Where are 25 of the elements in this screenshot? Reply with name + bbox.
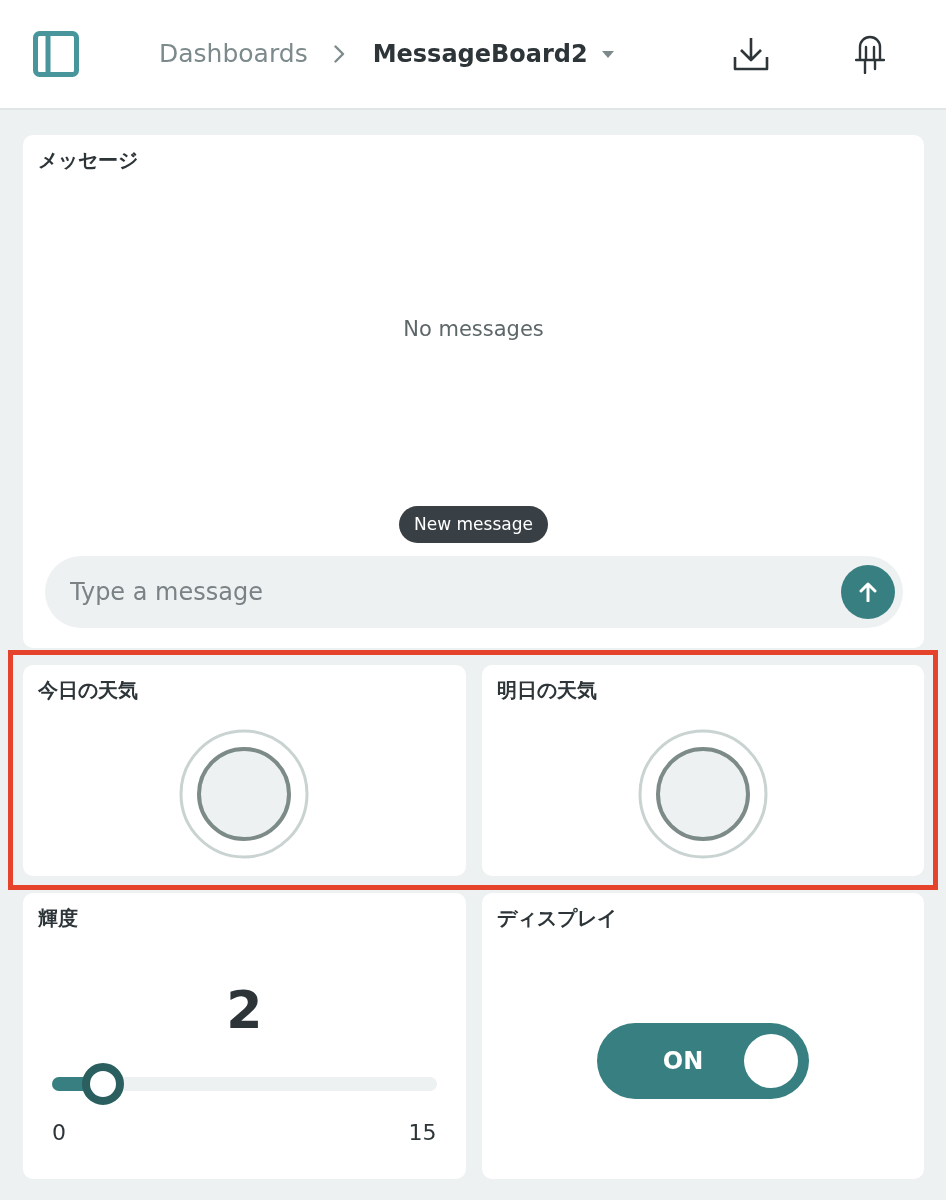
widget-title: 明日の天気: [496, 678, 597, 702]
widget-title: 輝度: [38, 906, 78, 930]
download-button[interactable]: [733, 37, 769, 71]
led-icon: [855, 34, 885, 74]
widget-title: 今日の天気: [38, 678, 138, 702]
empty-message-text: No messages: [403, 317, 544, 341]
sidebar-icon: [33, 31, 79, 77]
brightness-value: 2: [226, 979, 263, 1042]
slider-min-label: 0: [52, 1119, 66, 1147]
chevron-right-icon: [333, 45, 345, 63]
slider-thumb[interactable]: [82, 1063, 125, 1105]
new-message-label: New message: [399, 506, 548, 543]
display-switch[interactable]: ON: [596, 1023, 809, 1099]
widget-title: ディスプレイ: [496, 906, 617, 930]
widget-title: メッセージ: [38, 148, 138, 172]
switch-knob-icon: [743, 1034, 798, 1088]
slider-max-label: 15: [408, 1119, 437, 1147]
message-input[interactable]: Type a message: [45, 556, 903, 628]
sidebar-toggle-button[interactable]: [33, 31, 79, 77]
download-icon: [733, 37, 769, 71]
breadcrumb-link[interactable]: Dashboards: [159, 38, 308, 70]
arrow-up-icon: [859, 582, 877, 602]
device-button[interactable]: [855, 34, 885, 74]
dashboard-menu-button[interactable]: MessageBoard2: [372, 38, 614, 70]
caret-down-icon: [601, 50, 614, 58]
